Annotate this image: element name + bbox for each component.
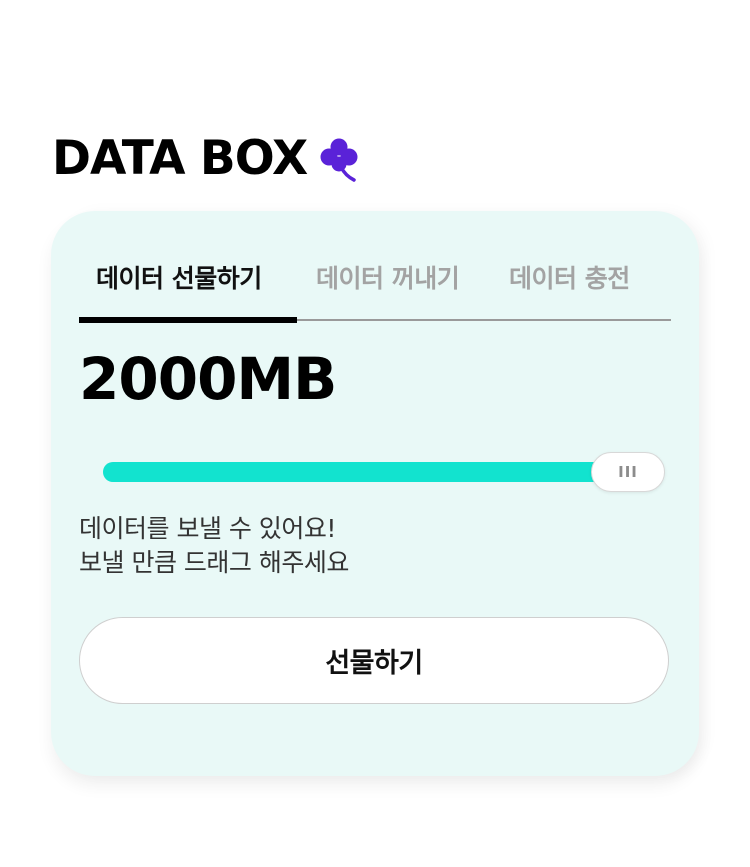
tab-data-charge[interactable]: 데이터 충전 [509,261,630,297]
hint-line-1: 데이터를 보낼 수 있어요! [79,514,336,543]
clover-icon [320,138,358,182]
tab-data-withdraw[interactable]: 데이터 꺼내기 [316,261,460,297]
gift-button[interactable]: 선물하기 [79,617,669,704]
active-tab-indicator [79,317,297,323]
tab-bar: 데이터 선물하기 데이터 꺼내기 데이터 충전 [79,261,671,323]
brand-header: DATA BOX [52,134,361,184]
data-box-card: 데이터 선물하기 데이터 꺼내기 데이터 충전 2000MB III 데이터를 … [51,211,699,776]
brand-title: DATA BOX [52,131,308,186]
data-amount: 2000MB [79,345,337,413]
tab-data-gift[interactable]: 데이터 선물하기 [96,261,262,297]
slider-fill [103,462,629,482]
grip-icon: III [618,463,638,481]
gift-button-label: 선물하기 [325,648,423,679]
hint-text: 데이터를 보낼 수 있어요! 보낼 만큼 드래그 해주세요 [79,512,349,580]
hint-line-2: 보낼 만큼 드래그 해주세요 [79,548,349,577]
data-amount-slider[interactable]: III [103,452,665,492]
slider-handle[interactable]: III [591,452,665,492]
